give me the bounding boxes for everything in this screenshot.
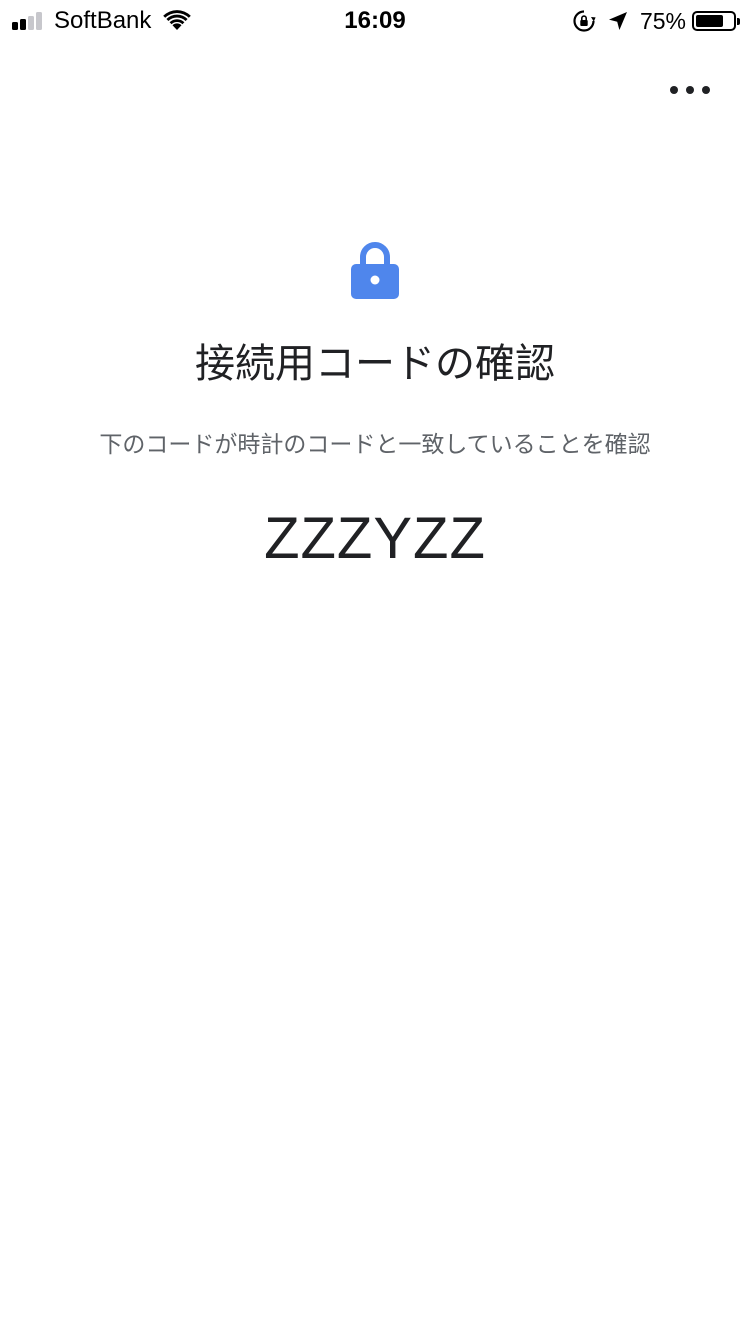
page-title: 接続用コードの確認: [195, 341, 555, 387]
more-horiz-icon-dot: [686, 86, 694, 94]
lock-icon: [351, 242, 399, 299]
page-subtitle: 下のコードが時計のコードと一致していることを確認: [99, 432, 651, 458]
battery-percentage: 75%: [639, 7, 686, 34]
more-options-button[interactable]: [670, 72, 710, 108]
rotation-lock-icon: [573, 10, 596, 32]
status-bar: SoftBank 16:09 75%: [0, 0, 750, 40]
status-bar-right: 75%: [572, 6, 740, 36]
more-horiz-icon-dot: [702, 86, 710, 94]
pairing-code: ZZZYZZ: [264, 506, 486, 571]
location-arrow-icon: [608, 12, 627, 30]
battery-icon: [692, 11, 740, 31]
more-horiz-icon: [670, 86, 678, 94]
